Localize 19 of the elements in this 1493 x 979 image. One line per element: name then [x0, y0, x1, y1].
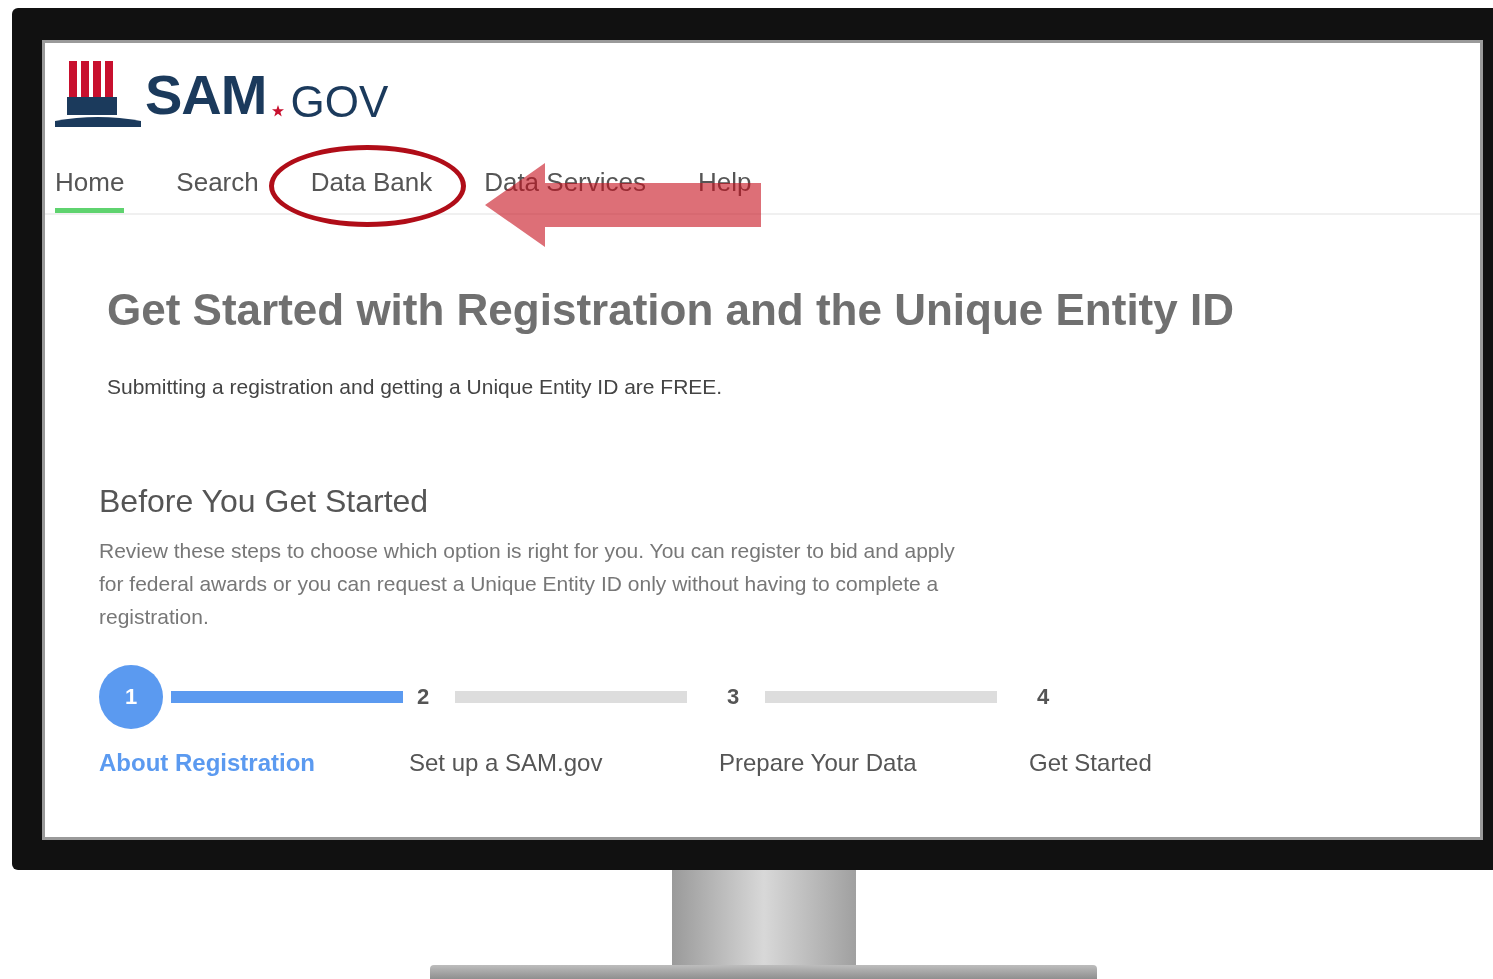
page-heading: Get Started with Registration and the Unique Entity ID: [107, 285, 1235, 335]
intro-text: Submitting a registration and getting a Unique Entity ID are FREE.: [107, 375, 724, 399]
step-number: 3: [725, 683, 741, 711]
step-number: 4: [1035, 683, 1051, 711]
nav-link[interactable]: Data Bank: [310, 167, 433, 213]
star-icon: [272, 105, 285, 117]
hat-logo-icon: [55, 61, 141, 127]
nav-link[interactable]: Search: [176, 167, 259, 213]
step-label[interactable]: Set up a SAM.gov: [409, 749, 719, 777]
step-label[interactable]: Get Started: [1029, 749, 1339, 777]
step-number: 1: [99, 665, 163, 729]
step-label[interactable]: Prepare Your Data: [719, 749, 1029, 777]
nav-link[interactable]: Home: [55, 167, 125, 213]
section-heading: Before You Get Started: [99, 483, 430, 520]
nav-link[interactable]: Help: [698, 167, 752, 213]
section-text: Review these steps to choose which option is right for you. You can register to bid and apply for federal awards or you can request a Unique Entity ID only without having to complete a registration.: [99, 538, 956, 630]
logo-text: SAM: [145, 62, 267, 127]
step-number: 2: [415, 683, 431, 711]
logo-suffix: GOV: [290, 77, 389, 127]
